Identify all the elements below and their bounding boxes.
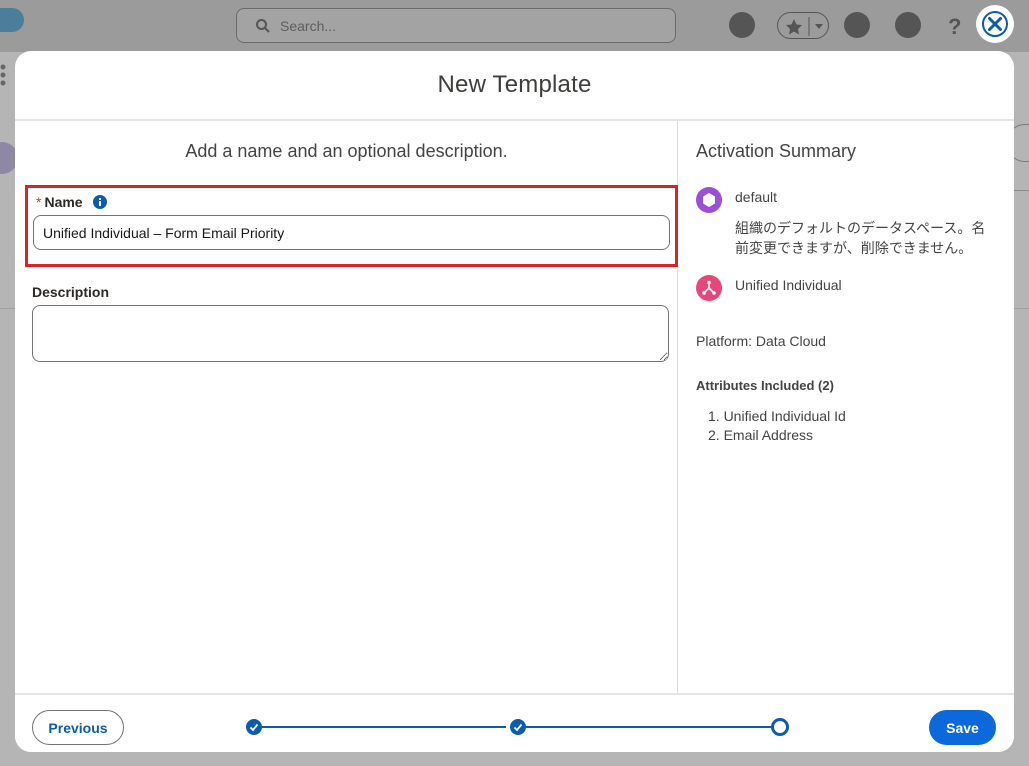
dataspace-info: default 組織のデフォルトのデータスペース。名前変更できますが、削除できま… [735,187,995,258]
dataspace-name: default [735,189,778,205]
check-icon [249,723,259,732]
modal-body: Add a name and an optional description. … [15,121,1014,695]
info-icon[interactable] [92,195,107,209]
close-modal-button[interactable] [976,5,1014,43]
progress-connector [262,726,506,728]
step-1-complete[interactable] [246,719,262,735]
search-icon [256,19,270,33]
close-icon [982,11,1008,37]
data-object-summary: Unified Individual [696,275,842,301]
description-label: Description [32,284,110,300]
platform-text: Platform: Data Cloud [696,333,826,349]
check-icon [513,723,523,732]
required-marker: * [36,194,42,210]
form-instructions: Add a name and an optional description. [185,141,508,161]
attributes-title: Attributes Included (2) [696,378,834,393]
modal-footer: Previous Save [15,693,1014,752]
dataspace-avatar [696,187,722,213]
attributes-list: 1. Unified Individual Id 2. Email Addres… [708,407,846,445]
favorites-icon [777,12,829,39]
name-field-highlight: * Name [25,185,678,267]
app-launcher-icon [0,64,6,86]
modal-title: New Template [437,71,592,98]
trailhead-icon [895,12,921,38]
data-object-avatar [696,275,722,301]
new-template-modal: New Template Add a name and an optional … [15,51,1014,752]
search-placeholder: Search... [280,18,337,34]
merge-icon [702,280,716,295]
step-2-complete[interactable] [510,719,526,735]
progress-connector [526,726,772,728]
background-app-header: Search... ? [0,0,1029,52]
name-label-text: Name [44,194,83,210]
name-field-label: * Name [36,194,107,210]
global-add-icon [844,12,870,38]
activation-summary-title: Activation Summary [696,141,857,161]
previous-button[interactable]: Previous [32,710,124,745]
description-textarea[interactable] [32,305,669,362]
app-logo [0,8,24,32]
activation-summary-pane: Activation Summary default 組織のデフォルトのデータス… [678,121,1014,695]
name-input[interactable] [33,215,670,250]
help-icon: ? [948,14,961,38]
step-3-current[interactable] [771,718,789,736]
save-button[interactable]: Save [929,710,996,745]
template-form-pane: Add a name and an optional description. … [15,121,678,695]
svg-text:?: ? [948,14,961,38]
hexagon-icon [703,193,715,207]
modal-header: New Template [15,51,1014,121]
dataspace-description: 組織のデフォルトのデータスペース。名前変更できますが、削除できません。 [735,220,986,256]
astro-icon [729,12,755,38]
global-search-box: Search... [236,8,676,43]
background-divider [1014,190,1029,191]
list-item: 1. Unified Individual Id [708,408,846,424]
list-item: 2. Email Address [708,427,814,443]
dataspace-summary: default 組織のデフォルトのデータスペース。名前変更できますが、削除できま… [696,187,995,258]
data-object-name: Unified Individual [735,277,842,293]
